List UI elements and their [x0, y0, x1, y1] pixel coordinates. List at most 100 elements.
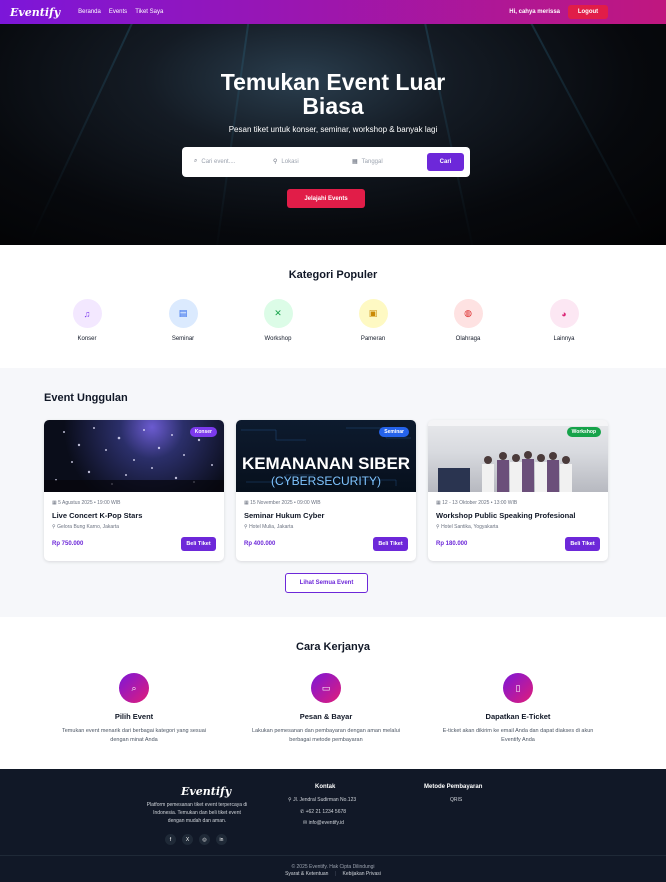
- contact-address: ⚲ Jl. Jendral Sudirman No.123: [288, 797, 357, 803]
- event-card-konser[interactable]: Konser ▦ 5 Agustus 2025 • 19:00 WIB Live…: [44, 420, 224, 561]
- explore-events-button[interactable]: Jelajahi Events: [287, 189, 365, 208]
- top-navbar: Eventify Beranda Events Tiket Saya Hi, c…: [0, 0, 666, 24]
- event-location-text: Gelora Bung Karno, Jakarta: [57, 524, 120, 530]
- event-date: ▦ 12 - 13 Oktober 2025 • 13:00 WIB: [436, 500, 517, 506]
- search-button[interactable]: Cari: [427, 153, 464, 171]
- payment-title: Metode Pembayaran: [424, 784, 483, 790]
- facebook-icon[interactable]: f: [165, 834, 176, 845]
- category-label: Lainnya: [553, 336, 575, 342]
- date-placeholder: Tanggal: [361, 158, 383, 165]
- event-name[interactable]: Workshop Public Speaking Profesional: [436, 511, 575, 520]
- category-label: Konser: [77, 336, 97, 342]
- category-olahraga[interactable]: ◍ Olahraga: [438, 299, 498, 342]
- event-price: Rp 750.000: [52, 541, 84, 547]
- nav-user-area: Hi, cahya merissa Logout: [509, 5, 656, 19]
- category-lainnya[interactable]: ◕ Lainnya: [534, 299, 594, 342]
- category-pameran[interactable]: ▣ Pameran: [343, 299, 403, 342]
- category-workshop[interactable]: ✕ Workshop: [248, 299, 308, 342]
- step-title: Pilih Event: [114, 712, 154, 721]
- terms-link[interactable]: Syarat & Ketentuan: [285, 871, 328, 877]
- category-badge: Seminar: [379, 427, 409, 437]
- contact-email[interactable]: ✉ info@eventify.id: [303, 820, 344, 826]
- event-card-workshop[interactable]: Workshop ▦ 12 - 13 Oktober 2025 • 13:00 …: [428, 420, 608, 561]
- nav-link-tiket-saya[interactable]: Tiket Saya: [135, 9, 163, 15]
- search-input[interactable]: ⌕ Cari event....: [194, 158, 264, 165]
- search-bar: ⌕ Cari event.... ⚲ Lokasi ▦ Tanggal Cari: [182, 147, 470, 177]
- category-konser[interactable]: ♫ Konser: [57, 299, 117, 342]
- nav-link-events[interactable]: Events: [109, 9, 127, 15]
- music-icon: ♫: [72, 299, 102, 328]
- logout-button[interactable]: Logout: [568, 5, 608, 19]
- step-description: E-ticket akan dikirim ke email Anda dan …: [442, 728, 594, 743]
- hero-title-line2: Biasa: [302, 93, 364, 119]
- how-title: Cara Kerjanya: [296, 641, 370, 653]
- footer-legal-links: Syarat & Ketentuan | Kebijakan Privasi: [285, 871, 381, 877]
- image-text-line1: KEMANANAN SIBER: [242, 454, 410, 473]
- footer-logo[interactable]: Eventify: [181, 785, 231, 798]
- privacy-link[interactable]: Kebijakan Privasi: [343, 871, 381, 877]
- search-placeholder: Cari event....: [201, 158, 236, 165]
- search-icon: ⌕: [119, 673, 149, 703]
- footer-divider: [0, 855, 666, 856]
- payment-method: QRIS: [450, 797, 463, 803]
- step-pilih-event: ⌕ Pilih Event Temukan event menarik dari…: [39, 673, 229, 745]
- featured-title: Event Unggulan: [44, 392, 128, 404]
- step-description: Lakukan pemesanan dan pembayaran dengan …: [252, 728, 400, 743]
- step-dapatkan-eticket: ▯ Dapatkan E-Ticket E-ticket akan dikiri…: [423, 673, 613, 745]
- brand-logo[interactable]: Eventify: [10, 6, 60, 19]
- hero-title-line1: Temukan Event Luar: [220, 69, 446, 95]
- category-seminar[interactable]: ▤ Seminar: [153, 299, 213, 342]
- ticket-icon: ▯: [503, 673, 533, 703]
- event-name[interactable]: Seminar Hukum Cyber: [244, 511, 324, 520]
- how-it-works-section: Cara Kerjanya ⌕ Pilih Event Temukan even…: [0, 617, 666, 769]
- location-pin-icon: ⚲: [273, 159, 278, 165]
- event-date: ▦ 5 Agustus 2025 • 19:00 WIB: [52, 500, 120, 506]
- x-twitter-icon[interactable]: X: [182, 834, 193, 845]
- search-icon: ⌕: [194, 158, 198, 164]
- hero-title: Temukan Event Luar Biasa: [0, 70, 666, 118]
- event-date-text: 12 - 13 Oktober 2025 • 13:00 WIB: [442, 500, 518, 506]
- step-description: Temukan event menarik dari berbagai kate…: [62, 728, 206, 743]
- step-title: Pesan & Bayar: [299, 712, 353, 721]
- presentation-icon: ▤: [168, 299, 198, 328]
- footer-description: Platform pemesanan tiket event terpercay…: [146, 802, 248, 824]
- view-all-events-button[interactable]: Lihat Semua Event: [285, 573, 368, 593]
- linkedin-icon[interactable]: in: [216, 834, 227, 845]
- event-location: ⚲ Hotel Santika, Yogyakarta: [436, 524, 498, 530]
- location-placeholder: Lokasi: [281, 158, 299, 165]
- event-date-text: 15 November 2025 • 09:00 WIB: [250, 500, 321, 506]
- event-date-text: 5 Agustus 2025 • 19:00 WIB: [58, 500, 121, 506]
- palette-icon: ◕: [549, 299, 579, 328]
- buy-ticket-button[interactable]: Beli Tiket: [565, 537, 600, 551]
- contact-title: Kontak: [315, 784, 336, 790]
- event-date: ▦ 15 November 2025 • 09:00 WIB: [244, 500, 321, 506]
- location-input[interactable]: ⚲ Lokasi: [273, 158, 343, 166]
- image-text-line2: (CYBERSECURITY): [271, 474, 381, 488]
- nav-link-beranda[interactable]: Beranda: [78, 9, 101, 15]
- buy-ticket-button[interactable]: Beli Tiket: [373, 537, 408, 551]
- date-input[interactable]: ▦ Tanggal: [352, 158, 422, 166]
- calendar-icon: ▦: [352, 159, 358, 165]
- card-icon: ▭: [311, 673, 341, 703]
- event-name[interactable]: Live Concert K-Pop Stars: [52, 511, 142, 520]
- category-label: Olahraga: [455, 336, 481, 342]
- hero-subtitle: Pesan tiket untuk konser, seminar, works…: [228, 125, 438, 134]
- category-badge: Konser: [189, 427, 217, 437]
- site-footer: Eventify Platform pemesanan tiket event …: [0, 769, 666, 882]
- image-icon: ▣: [358, 299, 388, 328]
- step-title: Dapatkan E-Ticket: [485, 712, 551, 721]
- event-card-seminar[interactable]: KEMANANAN SIBER (CYBERSECURITY) Seminar …: [236, 420, 416, 561]
- ball-icon: ◍: [453, 299, 483, 328]
- instagram-icon[interactable]: ◎: [199, 834, 210, 845]
- category-label: Seminar: [171, 336, 195, 342]
- category-label: Pameran: [360, 336, 386, 342]
- buy-ticket-button[interactable]: Beli Tiket: [181, 537, 216, 551]
- tools-icon: ✕: [263, 299, 293, 328]
- categories-section: Kategori Populer ♫ Konser ▤ Seminar ✕ Wo…: [0, 245, 666, 368]
- hero-section: Temukan Event Luar Biasa Pesan tiket unt…: [0, 24, 666, 245]
- event-location: ⚲ Hotel Mulia, Jakarta: [244, 524, 293, 530]
- event-location: ⚲ Gelora Bung Karno, Jakarta: [52, 524, 119, 530]
- copyright-text: © 2025 Eventify. Hak Cipta Dilindungi: [291, 864, 375, 870]
- category-badge: Workshop: [566, 427, 601, 437]
- event-price: Rp 400.000: [244, 541, 276, 547]
